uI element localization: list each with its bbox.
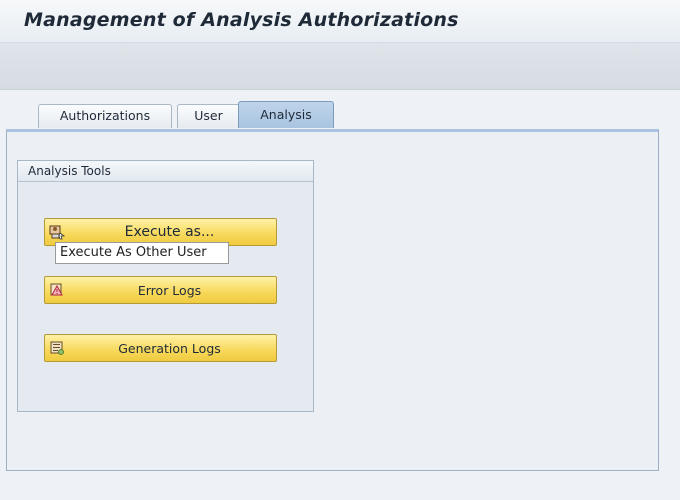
page-title: Management of Analysis Authorizations bbox=[24, 9, 459, 31]
error-logs-label: Error Logs bbox=[137, 283, 202, 298]
tab-analysis[interactable]: Analysis bbox=[238, 101, 334, 128]
generation-logs-button[interactable]: Generation Logs bbox=[44, 334, 277, 362]
tooltip-execute-as: Execute As Other User bbox=[55, 242, 229, 264]
group-header: Analysis Tools bbox=[18, 161, 313, 182]
tabstrip: Authorizations User Analysis bbox=[0, 90, 680, 130]
group-title: Analysis Tools bbox=[28, 164, 111, 178]
generation-logs-label: Generation Logs bbox=[118, 341, 221, 356]
error-logs-button[interactable]: Error Logs bbox=[44, 276, 277, 304]
tab-authorizations[interactable]: Authorizations bbox=[38, 104, 172, 128]
application-toolbar bbox=[0, 43, 680, 90]
title-bar: Management of Analysis Authorizations bbox=[0, 0, 680, 43]
tab-user[interactable]: User bbox=[177, 104, 240, 128]
execute-as-label: Execute as... bbox=[124, 224, 215, 240]
